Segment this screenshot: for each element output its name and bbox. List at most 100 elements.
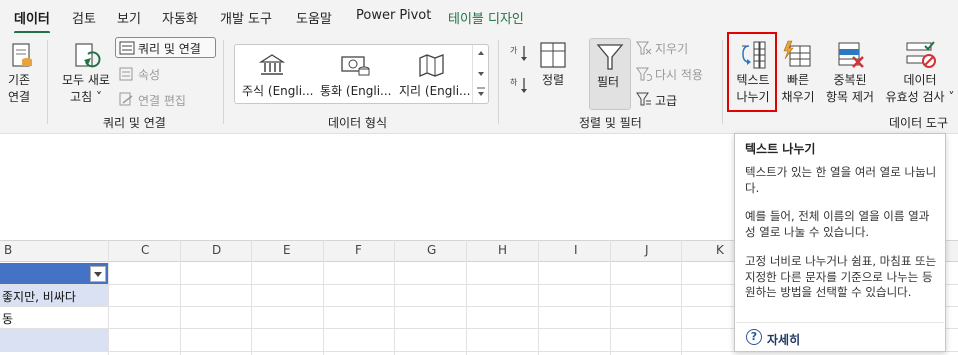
- existing-connections-label-1: 기존: [7, 73, 31, 87]
- grid-col-line: [466, 240, 467, 355]
- data-validation-label-1: 데이터: [903, 73, 937, 87]
- refresh-all-label-2: 고침 ˅: [70, 90, 102, 104]
- refresh-all-label-1: 모두 새로: [62, 73, 110, 87]
- group-label-data-types: 데이터 형식: [328, 116, 388, 130]
- reapply-icon: [636, 67, 652, 81]
- data-type-stocks[interactable]: 주식 (Engli...: [242, 82, 314, 99]
- tab-power-pivot[interactable]: Power Pivot: [356, 8, 431, 23]
- table-cell[interactable]: 좋지만, 비싸다: [2, 288, 76, 305]
- clear-button[interactable]: 지우기: [655, 40, 688, 57]
- remove-duplicates-icon[interactable]: [836, 40, 866, 70]
- grid-col-line: [108, 240, 109, 355]
- existing-connections-button[interactable]: 기존 연결: [4, 72, 34, 106]
- flash-fill-label-1: 빠른: [786, 73, 810, 87]
- sort-descending-icon[interactable]: 하: [510, 76, 528, 94]
- advanced-button[interactable]: 고급: [655, 92, 677, 109]
- remove-duplicates-label-1: 중복된: [833, 73, 867, 87]
- existing-connections-icon[interactable]: [6, 40, 36, 70]
- column-header-i[interactable]: I: [574, 243, 578, 257]
- data-type-geography[interactable]: 지리 (Engli...: [399, 82, 471, 99]
- remove-duplicates-label-2: 항목 제거: [826, 90, 874, 104]
- tooltip-title: 텍스트 나누기: [745, 142, 816, 156]
- properties-button[interactable]: 속성: [138, 66, 160, 83]
- tab-automate[interactable]: 자동화: [162, 8, 198, 27]
- tab-help[interactable]: 도움말: [296, 8, 332, 27]
- currencies-icon: [341, 56, 370, 76]
- column-header-j[interactable]: J: [645, 243, 649, 257]
- svg-text:하: 하: [510, 77, 518, 87]
- text-to-columns-tooltip: 텍스트 나누기 텍스트가 있는 한 열을 여러 열로 나눕니다. 예를 들어, …: [734, 133, 946, 352]
- clear-filter-icon: [636, 41, 652, 55]
- text-to-columns-icon[interactable]: [738, 40, 768, 70]
- flash-fill-label-2: 채우기: [781, 90, 815, 104]
- text-to-columns-label-1: 텍스트: [736, 73, 770, 87]
- edit-links-button[interactable]: 연결 편집: [138, 92, 186, 109]
- table-row-band: [0, 329, 108, 351]
- column-header-c[interactable]: C: [141, 243, 149, 257]
- geography-icon: [419, 54, 444, 77]
- tab-data[interactable]: 데이터: [14, 8, 50, 34]
- group-separator: [498, 40, 499, 124]
- stocks-icon: [259, 54, 285, 75]
- advanced-filter-icon: [636, 92, 651, 106]
- tooltip-details: 고정 너비로 나누거나 쉼표, 마침표 또는 지정한 다른 문자를 기준으로 나…: [745, 254, 937, 299]
- gallery-scroll[interactable]: [472, 45, 488, 103]
- group-separator: [47, 40, 48, 124]
- group-separator: [223, 40, 224, 124]
- text-to-columns-button[interactable]: 텍스트 나누기: [733, 72, 773, 106]
- grid-col-line: [538, 240, 539, 355]
- flash-fill-icon[interactable]: [782, 40, 812, 70]
- sort-icon[interactable]: [538, 40, 568, 70]
- tab-table-design[interactable]: 테이블 디자인: [448, 8, 524, 27]
- svg-text:가: 가: [510, 46, 518, 55]
- gallery-more-icon: [477, 51, 485, 96]
- column-header-k[interactable]: K: [716, 243, 724, 257]
- refresh-all-icon[interactable]: [70, 40, 102, 72]
- grid-col-line: [323, 240, 324, 355]
- group-label-queries: 쿼리 및 연결: [103, 116, 166, 130]
- tab-developer[interactable]: 개발 도구: [220, 8, 272, 27]
- sort-ascending-icon[interactable]: 가: [510, 44, 528, 62]
- text-to-columns-label-2: 나누기: [736, 90, 770, 104]
- data-validation-button[interactable]: 데이터 유효성 검사 ˅: [882, 72, 958, 106]
- question-icon: ?: [746, 329, 762, 345]
- remove-duplicates-button[interactable]: 중복된 항목 제거: [823, 72, 877, 106]
- filter-icon: [596, 44, 624, 70]
- grid-col-line: [180, 240, 181, 355]
- data-validation-label-2: 유효성 검사 ˅: [885, 90, 955, 104]
- group-label-sort-filter: 정렬 및 필터: [579, 116, 642, 130]
- data-validation-icon[interactable]: [905, 40, 937, 70]
- queries-connections-label: 쿼리 및 연결: [138, 42, 201, 56]
- filter-dropdown-button[interactable]: [90, 266, 106, 282]
- sort-button[interactable]: 정렬: [542, 72, 564, 89]
- grid-col-line: [610, 240, 611, 355]
- data-type-currencies[interactable]: 통화 (Engli...: [320, 82, 392, 99]
- tooltip-example: 예를 들어, 전체 이름의 열을 이름 열과 성 열로 나눌 수 있습니다.: [745, 209, 930, 239]
- grid-col-line: [681, 240, 682, 355]
- tell-me-more-link[interactable]: 자세히: [767, 331, 800, 348]
- column-header-g[interactable]: G: [427, 243, 436, 257]
- grid-col-line: [251, 240, 252, 355]
- tab-view[interactable]: 보기: [117, 8, 141, 27]
- chevron-down-icon: [94, 272, 102, 277]
- tooltip-divider: [736, 322, 944, 323]
- column-header-b[interactable]: B: [4, 243, 12, 257]
- column-header-e[interactable]: E: [283, 243, 291, 257]
- refresh-all-button[interactable]: 모두 새로 고침 ˅: [58, 72, 114, 106]
- group-label-data-tools: 데이터 도구: [889, 116, 949, 130]
- queries-connections-icon: [119, 41, 135, 55]
- flash-fill-button[interactable]: 빠른 채우기: [780, 72, 816, 106]
- column-header-f[interactable]: F: [355, 243, 362, 257]
- tooltip-description: 텍스트가 있는 한 열을 여러 열로 나눕니다.: [745, 165, 937, 195]
- group-separator: [722, 40, 723, 124]
- existing-connections-label-2: 연결: [7, 90, 31, 104]
- grid-col-line: [394, 240, 395, 355]
- reapply-button[interactable]: 다시 적용: [655, 66, 703, 83]
- filter-label: 필터: [597, 75, 620, 89]
- table-cell[interactable]: 동: [2, 310, 13, 327]
- edit-links-icon: [119, 92, 133, 106]
- column-header-d[interactable]: D: [212, 243, 221, 257]
- ribbon-tab-bar: 데이터 검토 보기 자동화 개발 도구 도움말 Power Pivot 테이블 …: [0, 0, 958, 34]
- tab-review[interactable]: 검토: [72, 8, 96, 27]
- column-header-h[interactable]: H: [498, 243, 507, 257]
